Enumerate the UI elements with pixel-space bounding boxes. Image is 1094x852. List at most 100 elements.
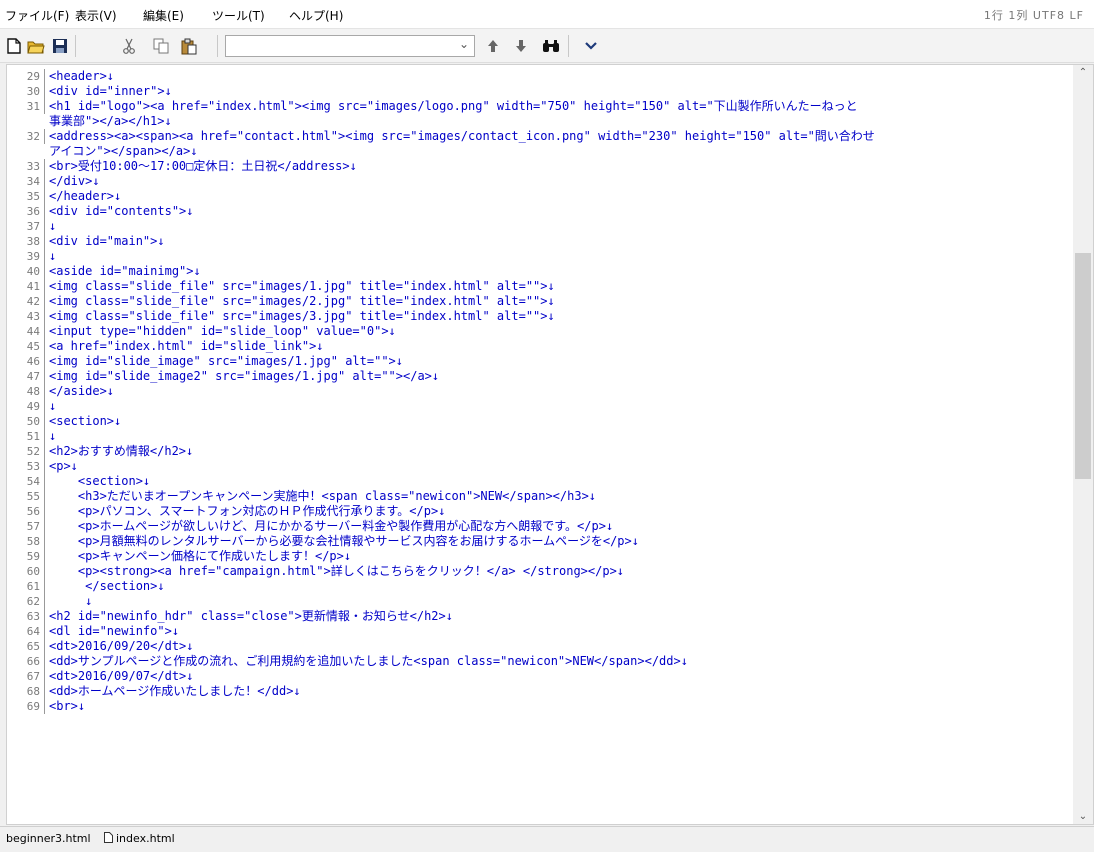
code-text[interactable]: <img id="slide_image" src="images/1.jpg"… bbox=[49, 354, 403, 369]
open-folder-icon[interactable] bbox=[27, 37, 45, 55]
tab-beginner3[interactable]: beginner3.html bbox=[6, 832, 91, 845]
code-line[interactable]: 60 <p><strong><a href="campaign.html">詳し… bbox=[7, 564, 1073, 579]
binoculars-icon[interactable] bbox=[542, 37, 560, 55]
code-line[interactable]: 36 <div id="contents">↓ bbox=[7, 204, 1073, 219]
code-text[interactable]: <div id="inner">↓ bbox=[49, 84, 172, 99]
code-text[interactable]: <br>受付10:00～17:00□定休日：土日祝</address>↓ bbox=[49, 159, 357, 174]
code-text[interactable]: <h2>おすすめ情報</h2>↓ bbox=[49, 444, 193, 459]
code-text[interactable]: <address><a><span><a href="contact.html"… bbox=[49, 129, 875, 144]
code-line[interactable]: 53 <p>↓ bbox=[7, 459, 1073, 474]
cut-icon[interactable] bbox=[120, 37, 138, 55]
code-text[interactable]: </header>↓ bbox=[49, 189, 121, 204]
code-text[interactable]: <p>キャンペーン価格にて作成いたします！</p>↓ bbox=[49, 549, 351, 564]
code-text[interactable]: ↓ bbox=[49, 429, 56, 444]
copy-icon[interactable] bbox=[152, 37, 170, 55]
code-line[interactable]: 38 <div id="main">↓ bbox=[7, 234, 1073, 249]
code-editor[interactable]: 29 <header>↓ 30 <div id="inner">↓ 31 <h1 id="… bbox=[6, 64, 1094, 825]
menu-file[interactable]: ファイル(F) bbox=[5, 7, 69, 24]
code-line[interactable]: 68 <dd>ホームページ作成いたしました！</dd>↓ bbox=[7, 684, 1073, 699]
chevron-down-icon[interactable] bbox=[582, 37, 600, 55]
code-text[interactable]: <br>↓ bbox=[49, 699, 85, 714]
code-text[interactable]: </div>↓ bbox=[49, 174, 100, 189]
code-text[interactable]: <a href="index.html" id="slide_link">↓ bbox=[49, 339, 324, 354]
menu-view[interactable]: 表示(V) bbox=[75, 7, 117, 24]
menu-tools[interactable]: ツール(T) bbox=[212, 7, 265, 24]
code-text[interactable]: <p>パソコン、スマートフォン対応のＨＰ作成代行承ります。</p>↓ bbox=[49, 504, 446, 519]
search-up-icon[interactable] bbox=[484, 37, 502, 55]
code-text[interactable]: <section>↓ bbox=[49, 474, 150, 489]
code-line[interactable]: 35 </header>↓ bbox=[7, 189, 1073, 204]
code-text[interactable]: <dt>2016/09/20</dt>↓ bbox=[49, 639, 194, 654]
code-text[interactable]: <h2 id="newinfo_hdr" class="close">更新情報・… bbox=[49, 609, 453, 624]
code-text[interactable]: <dd>ホームページ作成いたしました！</dd>↓ bbox=[49, 684, 301, 699]
code-line[interactable]: 33 <br>受付10:00～17:00□定休日：土日祝</address>↓ bbox=[7, 159, 1073, 174]
menu-edit[interactable]: 編集(E) bbox=[143, 7, 184, 24]
code-text[interactable]: <img class="slide_file" src="images/3.jp… bbox=[49, 309, 555, 324]
code-text[interactable]: <img id="slide_image2" src="images/1.jpg… bbox=[49, 369, 439, 384]
code-line[interactable]: 56 <p>パソコン、スマートフォン対応のＨＰ作成代行承ります。</p>↓ bbox=[7, 504, 1073, 519]
code-text[interactable]: <p>ホームページが欲しいけど、月にかかるサーバー料金や製作費用が心配な方へ朗報… bbox=[49, 519, 613, 534]
code-line[interactable]: 29 <header>↓ bbox=[7, 69, 1073, 84]
code-text[interactable]: <aside id="mainimg">↓ bbox=[49, 264, 201, 279]
menu-help[interactable]: ヘルプ(H) bbox=[289, 7, 343, 24]
code-line[interactable]: 66 <dd>サンプルページと作成の流れ、ご利用規約を追加いたしました<span … bbox=[7, 654, 1073, 669]
code-text[interactable]: </aside>↓ bbox=[49, 384, 114, 399]
code-text[interactable]: <p><strong><a href="campaign.html">詳しくはこ… bbox=[49, 564, 624, 579]
code-text[interactable]: <img class="slide_file" src="images/2.jp… bbox=[49, 294, 555, 309]
code-text[interactable]: <dl id="newinfo">↓ bbox=[49, 624, 179, 639]
code-line[interactable]: 45 <a href="index.html" id="slide_link">↓ bbox=[7, 339, 1073, 354]
code-line[interactable]: 50 <section>↓ bbox=[7, 414, 1073, 429]
code-text[interactable]: <h1 id="logo"><a href="index.html"><img … bbox=[49, 99, 858, 114]
code-line[interactable]: アイコン"></span></a>↓ bbox=[7, 144, 1073, 159]
code-text[interactable]: <p>↓ bbox=[49, 459, 78, 474]
code-line[interactable]: 46 <img id="slide_image" src="images/1.jp… bbox=[7, 354, 1073, 369]
code-text[interactable]: 事業部"></a></h1>↓ bbox=[49, 114, 172, 129]
code-text[interactable]: </section>↓ bbox=[49, 579, 164, 594]
code-line[interactable]: 49 ↓ bbox=[7, 399, 1073, 414]
code-line[interactable]: 48 </aside>↓ bbox=[7, 384, 1073, 399]
code-line[interactable]: 55 <h3>ただいまオープンキャンペーン実施中！<span class="ne… bbox=[7, 489, 1073, 504]
code-line[interactable]: 58 <p>月額無料のレンタルサーバーから必要な会社情報やサービス内容をお届けす… bbox=[7, 534, 1073, 549]
vertical-scrollbar[interactable]: ⌃ ⌄ bbox=[1073, 65, 1093, 824]
search-input[interactable] bbox=[226, 37, 451, 57]
scroll-up-icon[interactable]: ⌃ bbox=[1073, 67, 1093, 78]
code-line[interactable]: 42 <img class="slide_file" src="images/2.… bbox=[7, 294, 1073, 309]
code-line[interactable]: 40 <aside id="mainimg">↓ bbox=[7, 264, 1073, 279]
search-down-icon[interactable] bbox=[512, 37, 530, 55]
code-line[interactable]: 63 <h2 id="newinfo_hdr" class="close">更新情… bbox=[7, 609, 1073, 624]
code-line[interactable]: 52 <h2>おすすめ情報</h2>↓ bbox=[7, 444, 1073, 459]
code-text[interactable]: ↓ bbox=[49, 594, 92, 609]
code-text[interactable]: <p>月額無料のレンタルサーバーから必要な会社情報やサービス内容をお届けするホー… bbox=[49, 534, 639, 549]
code-text[interactable]: <h3>ただいまオープンキャンペーン実施中！<span class="newic… bbox=[49, 489, 596, 504]
code-line[interactable]: 54 <section>↓ bbox=[7, 474, 1073, 489]
code-line[interactable]: 事業部"></a></h1>↓ bbox=[7, 114, 1073, 129]
code-line[interactable]: 51 ↓ bbox=[7, 429, 1073, 444]
code-line[interactable]: 69 <br>↓ bbox=[7, 699, 1073, 714]
scroll-down-icon[interactable]: ⌄ bbox=[1073, 811, 1093, 822]
code-text[interactable]: <dd>サンプルページと作成の流れ、ご利用規約を追加いたしました<span cl… bbox=[49, 654, 688, 669]
code-text[interactable]: <div id="main">↓ bbox=[49, 234, 165, 249]
code-line[interactable]: 44 <input type="hidden" id="slide_loop" v… bbox=[7, 324, 1073, 339]
code-text[interactable]: <header>↓ bbox=[49, 69, 114, 84]
code-line[interactable]: 62 ↓ bbox=[7, 594, 1073, 609]
code-line[interactable]: 39 ↓ bbox=[7, 249, 1073, 264]
code-line[interactable]: 67 <dt>2016/09/07</dt>↓ bbox=[7, 669, 1073, 684]
code-text[interactable]: <input type="hidden" id="slide_loop" val… bbox=[49, 324, 396, 339]
code-text[interactable]: ↓ bbox=[49, 399, 56, 414]
code-text[interactable]: ↓ bbox=[49, 249, 56, 264]
tab-index[interactable]: index.html bbox=[116, 832, 175, 845]
code-line[interactable]: 64 <dl id="newinfo">↓ bbox=[7, 624, 1073, 639]
code-text[interactable]: <img class="slide_file" src="images/1.jp… bbox=[49, 279, 555, 294]
code-line[interactable]: 57 <p>ホームページが欲しいけど、月にかかるサーバー料金や製作費用が心配な方… bbox=[7, 519, 1073, 534]
code-line[interactable]: 59 <p>キャンペーン価格にて作成いたします！</p>↓ bbox=[7, 549, 1073, 564]
code-line[interactable]: 43 <img class="slide_file" src="images/3.… bbox=[7, 309, 1073, 324]
code-line[interactable]: 34 </div>↓ bbox=[7, 174, 1073, 189]
code-text[interactable]: アイコン"></span></a>↓ bbox=[49, 144, 198, 159]
code-line[interactable]: 31 <h1 id="logo"><a href="index.html"><im… bbox=[7, 99, 1073, 114]
code-text[interactable]: <dt>2016/09/07</dt>↓ bbox=[49, 669, 194, 684]
code-line[interactable]: 37 ↓ bbox=[7, 219, 1073, 234]
code-line[interactable]: 47 <img id="slide_image2" src="images/1.j… bbox=[7, 369, 1073, 384]
code-line[interactable]: 65 <dt>2016/09/20</dt>↓ bbox=[7, 639, 1073, 654]
code-text[interactable]: <div id="contents">↓ bbox=[49, 204, 194, 219]
paste-icon[interactable] bbox=[180, 37, 198, 55]
